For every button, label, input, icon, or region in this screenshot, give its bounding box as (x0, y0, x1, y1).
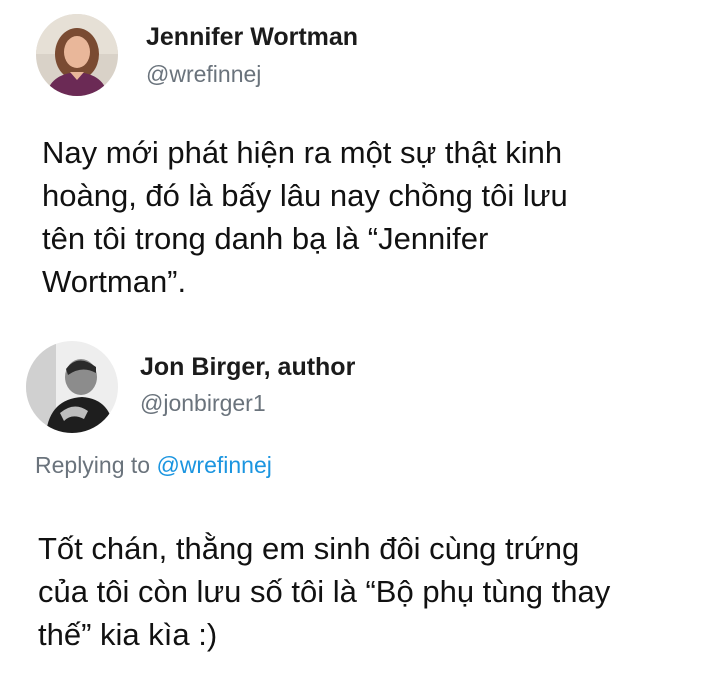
tweet-text-line: Tốt chán, thằng em sinh đôi cùng trứng (38, 531, 580, 566)
replying-to-label: Replying to (35, 452, 151, 478)
author-name[interactable]: Jon Birger, author (140, 353, 355, 382)
tweet-text: Tốt chán, thằng em sinh đôi cùng trứng c… (38, 527, 718, 656)
tweet-text: Nay mới phát hiện ra một sự thật kinh ho… (42, 131, 712, 303)
tweet-text-line: Nay mới phát hiện ra một sự thật kinh (42, 135, 563, 170)
replying-to: Replying to @wrefinnej (35, 452, 272, 479)
tweet-text-line: thế” kia kìa :) (38, 617, 218, 652)
author-name[interactable]: Jennifer Wortman (146, 23, 358, 52)
avatar[interactable] (26, 341, 118, 433)
profile-photo-man-icon (26, 341, 118, 433)
author-handle[interactable]: @wrefinnej (146, 61, 261, 88)
tweet-text-line: của tôi còn lưu số tôi là “Bộ phụ tùng t… (38, 574, 611, 609)
tweet-text-line: Wortman”. (42, 264, 187, 299)
tweet-text-line: tên tôi trong danh bạ là “Jennifer (42, 221, 489, 256)
author-handle[interactable]: @jonbirger1 (140, 390, 266, 417)
replying-to-mention[interactable]: @wrefinnej (156, 452, 271, 478)
tweet-text-line: hoàng, đó là bấy lâu nay chồng tôi lưu (42, 178, 568, 213)
profile-photo-woman-icon (36, 14, 118, 96)
avatar[interactable] (36, 14, 118, 96)
